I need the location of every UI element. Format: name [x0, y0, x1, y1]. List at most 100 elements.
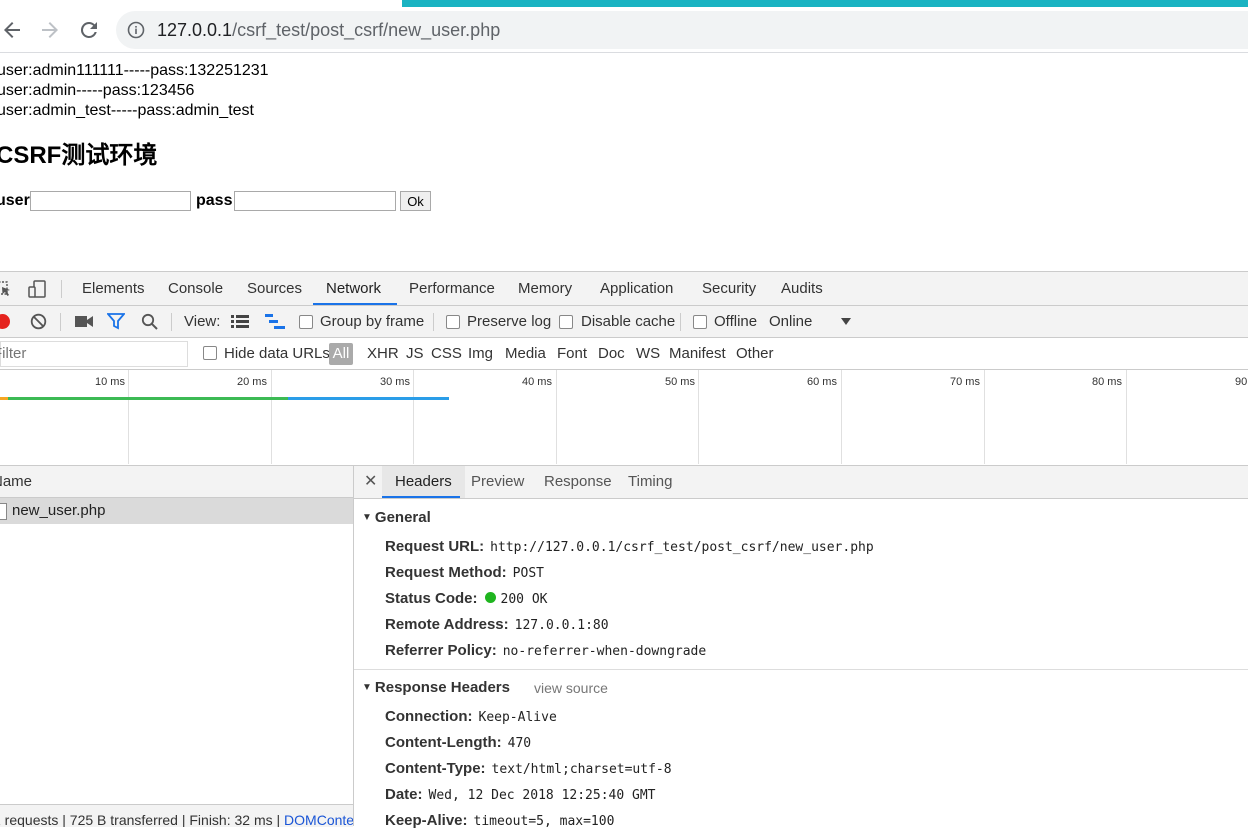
hide-data-urls-label: Hide data URLs — [224, 345, 330, 362]
response-headers-title: Response Headers — [374, 679, 510, 696]
active-tab-indicator — [382, 496, 460, 498]
view-label: View: — [184, 313, 221, 330]
reload-icon[interactable] — [77, 18, 101, 42]
filter-type-all[interactable]: All — [329, 343, 353, 365]
page-title: CSRF测试环境 — [0, 142, 158, 169]
filter-type-ws[interactable]: WS — [636, 338, 660, 369]
header-value: text/html;charset=utf-8 — [491, 762, 672, 777]
filter-input[interactable] — [0, 342, 179, 364]
tab-elements[interactable]: Elements — [82, 272, 145, 305]
record-icon[interactable] — [0, 314, 10, 329]
filter-type-other[interactable]: Other — [736, 338, 774, 369]
timeline-gridline — [413, 370, 414, 464]
chevron-down-icon[interactable] — [841, 318, 851, 325]
tab-sources[interactable]: Sources — [247, 272, 302, 305]
details-tabbar: ✕ Headers Preview Response Timing — [354, 466, 1248, 499]
header-row-keep-alive: Keep-Alive: timeout=5, max=100 — [385, 812, 614, 829]
header-row-connection: Connection: Keep-Alive — [385, 708, 557, 725]
request-name: new_user.php — [12, 502, 106, 519]
inspect-element-icon[interactable] — [0, 280, 12, 298]
list-view-icon[interactable] — [231, 314, 249, 329]
filter-type-media[interactable]: Media — [505, 338, 546, 369]
tab-network[interactable]: Network — [326, 272, 381, 305]
close-icon[interactable]: ✕ — [364, 466, 377, 498]
disable-cache-label: Disable cache — [581, 313, 676, 330]
offline-label: Offline — [714, 313, 758, 330]
group-by-frame-checkbox[interactable] — [299, 315, 313, 329]
arrow-left-icon[interactable] — [0, 18, 24, 42]
tab-memory[interactable]: Memory — [518, 272, 572, 305]
tab-timing[interactable]: Timing — [628, 466, 672, 498]
tab-preview[interactable]: Preview — [471, 466, 524, 498]
tabbar-separator — [61, 280, 62, 298]
timeline-tick: 70 ms — [950, 376, 980, 388]
header-key: Remote Address: — [385, 616, 509, 633]
filter-type-doc[interactable]: Doc — [598, 338, 625, 369]
clear-icon[interactable] — [30, 313, 47, 330]
header-row-content-type: Content-Type: text/html;charset=utf-8 — [385, 760, 672, 777]
arrow-right-icon[interactable] — [38, 18, 62, 42]
tab-performance[interactable]: Performance — [409, 272, 495, 305]
url-path: /csrf_test/post_csrf/new_user.php — [232, 20, 501, 40]
timeline-gridline — [128, 370, 129, 464]
header-value: 470 — [507, 736, 532, 751]
user-input[interactable] — [30, 191, 191, 211]
view-source-link[interactable]: view source — [534, 680, 608, 696]
header-row-content-length: Content-Length: 470 — [385, 734, 531, 751]
pass-input[interactable] — [234, 191, 396, 211]
ok-button[interactable]: Ok — [400, 191, 431, 211]
tab-response[interactable]: Response — [544, 466, 612, 498]
search-icon[interactable] — [141, 313, 158, 330]
video-camera-icon[interactable] — [75, 315, 93, 328]
waterfall-view-icon[interactable] — [265, 314, 285, 329]
offline-checkbox[interactable] — [693, 315, 707, 329]
network-toolbar: View: Group by frame Preserve log Disabl… — [0, 306, 1248, 338]
timeline-tick: 80 ms — [1092, 376, 1122, 388]
disable-cache-checkbox[interactable] — [559, 315, 573, 329]
timeline-tick: 40 ms — [522, 376, 552, 388]
active-tab-indicator — [313, 303, 397, 305]
throttling-select[interactable]: Online — [769, 306, 812, 337]
status-ok-dot-icon — [484, 592, 496, 603]
filter-type-xhr[interactable]: XHR — [367, 338, 399, 369]
filter-type-font[interactable]: Font — [557, 338, 587, 369]
toolbar-separator — [433, 313, 434, 331]
header-key: Keep-Alive: — [385, 812, 468, 829]
tab-application[interactable]: Application — [600, 272, 673, 305]
chrome-divider — [0, 52, 1248, 53]
response-headers-section-toggle[interactable]: ▼ Response Headers — [362, 679, 510, 696]
name-column-header[interactable]: Name — [0, 466, 32, 497]
filter-type-css[interactable]: CSS — [431, 338, 462, 369]
timeline-gridline — [698, 370, 699, 464]
timeline-bar-queue — [0, 397, 8, 400]
toolbar-separator — [171, 313, 172, 331]
header-value: no-referrer-when-downgrade — [502, 644, 707, 659]
requests-pane: Name new_user.php 1 requests | 725 B tra… — [0, 466, 354, 827]
request-details-pane: ✕ Headers Preview Response Timing ▼ Gener… — [354, 466, 1248, 829]
tab-headers[interactable]: Headers — [382, 466, 465, 498]
filter-type-manifest[interactable]: Manifest — [669, 338, 726, 369]
network-overview-timeline[interactable]: 10 ms 20 ms 30 ms 40 ms 50 ms 60 ms 70 m… — [0, 370, 1248, 466]
general-section-toggle[interactable]: ▼ General — [362, 509, 431, 526]
filter-type-js[interactable]: JS — [406, 338, 424, 369]
preserve-log-checkbox[interactable] — [446, 315, 460, 329]
url-text[interactable]: 127.0.0.1/csrf_test/post_csrf/new_user.p… — [157, 19, 500, 41]
devtools-tabbar: Elements Console Sources Network Perform… — [0, 272, 1248, 306]
device-toolbar-icon[interactable] — [28, 279, 48, 299]
tab-audits[interactable]: Audits — [781, 272, 823, 305]
info-icon[interactable] — [126, 20, 146, 40]
header-value: http://127.0.0.1/csrf_test/post_csrf/new… — [490, 540, 874, 555]
triangle-down-icon: ▼ — [362, 682, 372, 693]
tab-security[interactable]: Security — [702, 272, 756, 305]
pass-label: pass: — [196, 192, 238, 209]
header-row-date: Date: Wed, 12 Dec 2018 12:25:40 GMT — [385, 786, 656, 803]
tab-console[interactable]: Console — [168, 272, 223, 305]
filter-type-img[interactable]: Img — [468, 338, 493, 369]
table-row[interactable]: new_user.php — [0, 498, 353, 524]
domcontentloaded-link[interactable]: DOMContentLoaded: 35 ms — [284, 812, 353, 827]
header-row-status-code: Status Code: 200 OK — [385, 590, 547, 607]
hide-data-urls-checkbox[interactable] — [203, 346, 217, 360]
document-icon — [0, 503, 7, 520]
filter-icon[interactable] — [107, 313, 125, 330]
timeline-bar-waiting — [8, 397, 288, 400]
